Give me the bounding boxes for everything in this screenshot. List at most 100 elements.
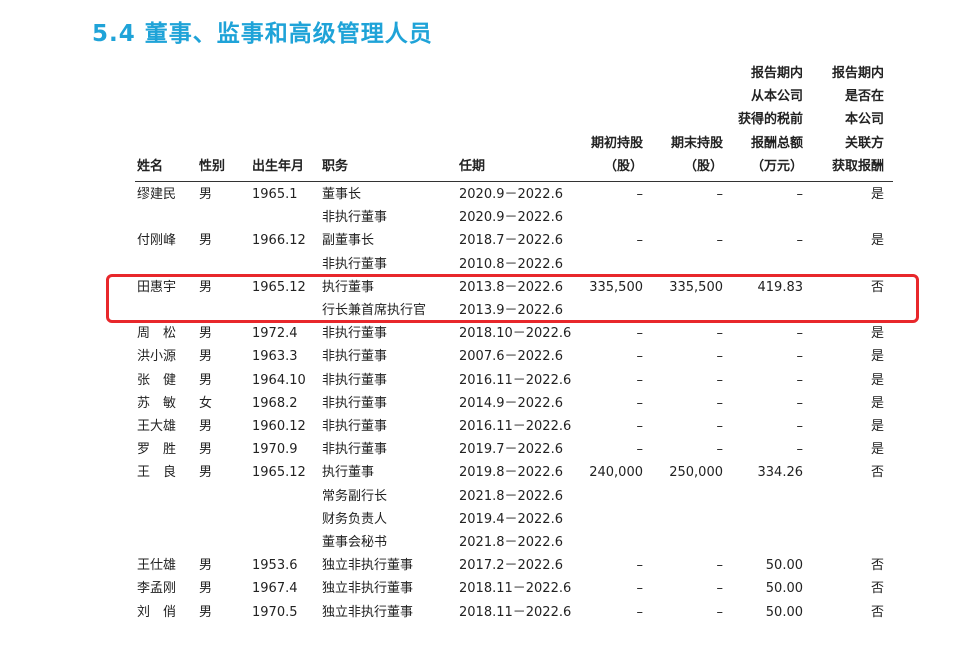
cell-shares-end: – [716, 233, 724, 249]
cell-birth: 1953.6 [252, 558, 298, 574]
cell-gender: 男 [199, 233, 213, 249]
cell-birth: 1965.1 [252, 187, 298, 202]
cell-shares-end: – [716, 604, 724, 620]
cell-position: 非执行董事 [322, 372, 388, 388]
cell-related: 是 [870, 395, 884, 411]
cell-related: 是 [870, 349, 884, 365]
header-comp-1: 报告期内 [750, 66, 803, 81]
cell-position: 非执行董事 [322, 326, 388, 342]
cell-term: 2018.11－2022.6 [459, 581, 572, 597]
header-related-1: 报告期内 [831, 66, 884, 81]
cell-shares-end: – [716, 395, 724, 411]
highlight-box [106, 274, 919, 323]
cell-name: 张 健 [137, 372, 177, 388]
header-shares-end-2: （股） [683, 159, 723, 174]
cell-term: 2010.8－2022.6 [459, 256, 563, 272]
cell-position: 独立非执行董事 [322, 604, 414, 620]
cell-compensation: 334.26 [757, 465, 804, 481]
cell-term: 2014.9－2022.6 [459, 395, 563, 411]
cell-compensation: – [796, 395, 804, 411]
cell-name: 罗 胜 [137, 442, 177, 458]
cell-compensation: 50.00 [765, 581, 803, 597]
cell-gender: 男 [199, 326, 213, 342]
cell-birth: 1965.12 [252, 465, 306, 481]
cell-shares-begin: – [636, 233, 644, 249]
cell-position: 独立非执行董事 [322, 581, 414, 597]
cell-shares-end: – [716, 187, 724, 202]
cell-compensation: – [796, 326, 804, 342]
cell-related: 否 [870, 465, 884, 481]
cell-term: 2016.11－2022.6 [459, 419, 572, 434]
cell-term: 2018.11－2022.6 [459, 604, 572, 620]
cell-compensation: – [796, 233, 804, 249]
cell-related: 否 [870, 558, 884, 574]
header-comp-5: （万元） [750, 159, 803, 174]
cell-birth: 1960.12 [252, 419, 306, 434]
cell-shares-begin: – [636, 604, 644, 620]
cell-birth: 1968.2 [252, 395, 298, 411]
cell-position: 财务负责人 [322, 511, 388, 527]
cell-related: 否 [870, 604, 884, 620]
cell-related: 是 [870, 442, 884, 458]
cell-compensation: 50.00 [765, 604, 803, 620]
cell-term: 2019.8－2022.6 [459, 465, 563, 481]
cell-shares-begin: – [636, 558, 644, 574]
header-term: 任期 [459, 159, 486, 174]
cell-term: 2018.7－2022.6 [459, 233, 563, 249]
cell-related: 是 [870, 187, 884, 202]
cell-birth: 1970.5 [252, 604, 298, 620]
cell-shares-end: – [716, 442, 724, 458]
cell-compensation: – [796, 187, 804, 202]
cell-shares-begin: – [636, 372, 644, 388]
cell-name: 刘 俏 [137, 604, 177, 620]
cell-shares-end: – [716, 326, 724, 342]
cell-shares-end: – [716, 581, 724, 597]
cell-gender: 男 [199, 349, 213, 365]
cell-gender: 男 [199, 372, 213, 388]
cell-compensation: – [796, 442, 804, 458]
cell-related: 是 [870, 326, 884, 342]
cell-term: 2018.10－2022.6 [459, 326, 572, 342]
header-shares-begin-1: 期初持股 [590, 136, 643, 151]
cell-position: 非执行董事 [322, 395, 388, 411]
cell-position: 非执行董事 [322, 349, 388, 365]
cell-gender: 男 [199, 419, 213, 434]
cell-term: 2021.8－2022.6 [459, 488, 563, 504]
cell-shares-begin: – [636, 187, 644, 202]
cell-birth: 1972.4 [252, 326, 298, 342]
cell-position: 董事会秘书 [322, 535, 388, 550]
cell-term: 2007.6－2022.6 [459, 349, 563, 365]
cell-term: 2019.4－2022.6 [459, 511, 563, 527]
cell-position: 非执行董事 [322, 419, 388, 434]
header-divider [135, 181, 893, 182]
cell-gender: 男 [199, 581, 213, 597]
cell-name: 付刚峰 [137, 233, 177, 249]
cell-name: 王 良 [137, 465, 177, 481]
cell-gender: 男 [199, 187, 213, 202]
cell-term: 2016.11－2022.6 [459, 372, 572, 388]
cell-related: 是 [870, 372, 884, 388]
header-related-3: 本公司 [844, 112, 884, 127]
cell-gender: 男 [199, 558, 213, 574]
cell-name: 周 松 [137, 326, 177, 342]
cell-birth: 1970.9 [252, 442, 298, 458]
header-comp-3: 获得的税前 [737, 112, 803, 127]
header-name: 姓名 [137, 159, 164, 174]
cell-term: 2020.9－2022.6 [459, 210, 563, 226]
cell-shares-begin: 240,000 [589, 465, 643, 481]
header-comp-4: 报酬总额 [750, 136, 803, 151]
cell-position: 非执行董事 [322, 256, 388, 272]
header-related-4: 关联方 [844, 136, 884, 151]
cell-shares-begin: – [636, 419, 644, 434]
header-shares-begin-2: （股） [603, 159, 643, 174]
cell-birth: 1963.3 [252, 349, 298, 365]
cell-shares-end: – [716, 419, 724, 434]
cell-term: 2020.9－2022.6 [459, 187, 563, 202]
cell-shares-begin: – [636, 326, 644, 342]
cell-name: 李孟刚 [137, 581, 177, 597]
cell-term: 2019.7－2022.6 [459, 442, 563, 458]
cell-shares-end: – [716, 372, 724, 388]
cell-birth: 1964.10 [252, 372, 306, 388]
header-gender: 性别 [199, 159, 226, 174]
cell-shares-begin: – [636, 349, 644, 365]
